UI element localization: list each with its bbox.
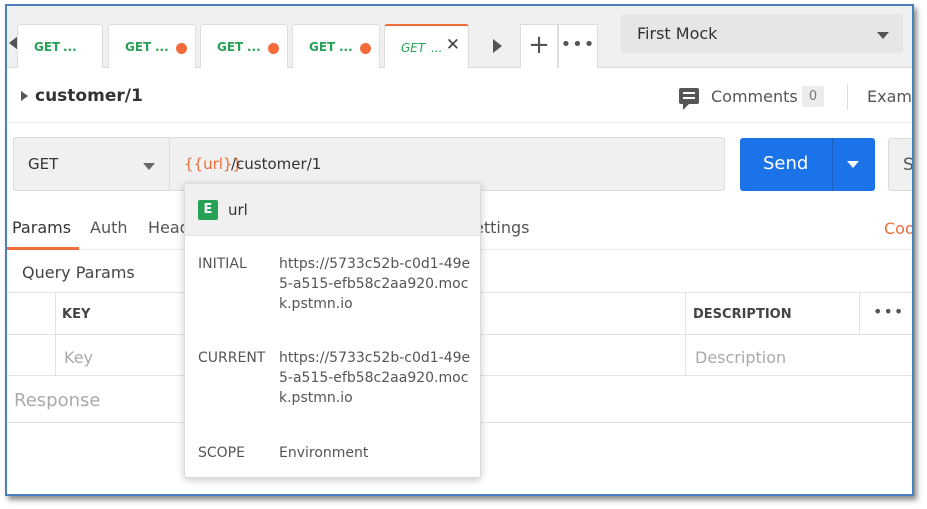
tab-method: GET xyxy=(309,40,336,54)
unsaved-dot-icon xyxy=(360,43,371,54)
tab-settings[interactable]: ettings xyxy=(474,218,529,237)
app-window: GET ... GET ... GET ... GET ... GET ... … xyxy=(5,4,914,496)
tab-method: GET xyxy=(125,40,152,54)
tab-label: ... xyxy=(339,40,353,54)
request-tab[interactable]: GET ... xyxy=(17,24,103,68)
divider xyxy=(832,138,833,191)
response-title: Response xyxy=(14,390,101,411)
divider xyxy=(859,293,860,335)
variable-name: url xyxy=(228,201,248,219)
tab-label: ... xyxy=(63,40,77,54)
param-description-input[interactable]: Description xyxy=(695,348,786,367)
request-tab[interactable]: GET ... xyxy=(200,24,288,68)
expand-caret-icon[interactable] xyxy=(21,91,28,101)
comments-count-badge: 0 xyxy=(802,86,824,107)
divider xyxy=(55,293,56,376)
request-name[interactable]: customer/1 xyxy=(35,86,143,106)
chevron-down-icon xyxy=(143,163,155,170)
tab-method: GET xyxy=(401,41,426,55)
more-tabs-button[interactable]: ••• xyxy=(558,24,598,68)
current-label: CURRENT xyxy=(198,350,266,366)
current-value: https://5733c52b-c0d1-49e5-a515-efb58c2a… xyxy=(279,350,471,406)
environment-select[interactable]: First Mock xyxy=(621,14,903,53)
active-tab-indicator xyxy=(7,247,79,250)
request-tab[interactable]: GET ... xyxy=(292,24,380,68)
url-path-text: /customer/1 xyxy=(231,155,322,173)
request-tab-active[interactable]: GET ... ✕ xyxy=(384,24,469,68)
column-key-header: KEY xyxy=(62,307,91,322)
divider xyxy=(685,293,686,376)
save-label: Sa xyxy=(903,155,914,175)
environment-name: First Mock xyxy=(637,24,718,43)
divider xyxy=(847,84,848,110)
tab-params[interactable]: Params xyxy=(12,218,71,237)
tooltip-header: E url xyxy=(185,184,480,236)
scope-label: SCOPE xyxy=(198,445,245,461)
tab-method: GET xyxy=(217,40,244,54)
tab-label: ... xyxy=(247,40,261,54)
request-header: customer/1 Comments 0 Examp xyxy=(7,69,912,123)
request-tab[interactable]: GET ... xyxy=(108,24,196,68)
send-options-chevron-icon[interactable] xyxy=(847,161,859,168)
param-key-input[interactable]: Key xyxy=(64,348,93,367)
initial-label: INITIAL xyxy=(198,256,247,272)
tab-method: GET xyxy=(34,40,61,54)
comments-button[interactable]: Comments xyxy=(711,87,798,106)
initial-value: https://5733c52b-c0d1-49e5-a515-efb58c2a… xyxy=(279,256,471,312)
send-button[interactable]: Send xyxy=(740,138,875,191)
unsaved-dot-icon xyxy=(176,43,187,54)
query-params-title: Query Params xyxy=(22,263,135,282)
cookies-link[interactable]: Coo xyxy=(884,219,912,238)
column-description-header: DESCRIPTION xyxy=(693,307,792,322)
environment-scope-badge: E xyxy=(198,200,218,220)
examples-button[interactable]: Examp xyxy=(867,87,912,106)
close-tab-icon[interactable]: ✕ xyxy=(446,37,460,54)
chevron-down-icon xyxy=(877,32,889,39)
comment-icon[interactable] xyxy=(679,88,699,110)
save-button[interactable]: Sa xyxy=(888,138,914,191)
method-select[interactable]: GET xyxy=(13,137,169,191)
scroll-tabs-right-icon[interactable] xyxy=(493,39,502,53)
unsaved-dot-icon xyxy=(268,43,279,54)
tab-auth[interactable]: Auth xyxy=(90,218,128,237)
tab-label: ... xyxy=(155,40,169,54)
send-label: Send xyxy=(763,153,809,174)
tab-label: ... xyxy=(431,41,443,55)
method-value: GET xyxy=(28,155,59,173)
new-tab-button[interactable]: + xyxy=(520,24,558,68)
column-options-button[interactable]: ••• xyxy=(873,302,904,321)
scope-value: Environment xyxy=(279,445,369,461)
tab-strip: GET ... GET ... GET ... GET ... GET ... … xyxy=(7,6,912,68)
tooltip-pointer xyxy=(184,174,202,183)
variable-tooltip: E url INITIAL https://5733c52b-c0d1-49e5… xyxy=(184,183,481,478)
